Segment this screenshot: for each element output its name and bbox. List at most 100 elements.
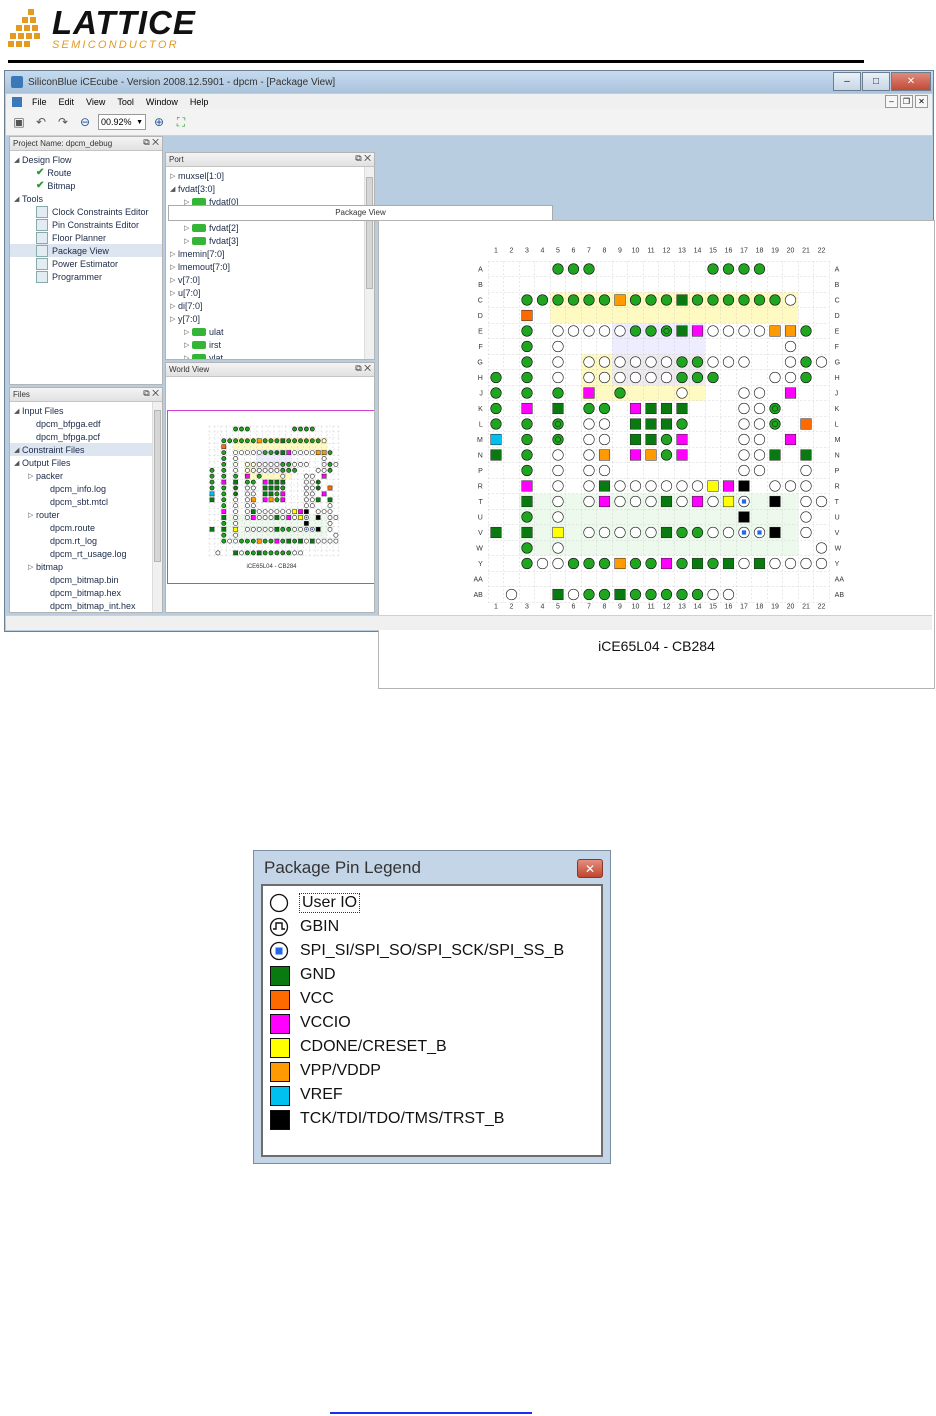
package-pin[interactable]: [800, 511, 812, 523]
package-pin[interactable]: [738, 356, 750, 368]
mdi-restore-button[interactable]: ❐: [900, 95, 913, 108]
package-pin[interactable]: [629, 356, 642, 368]
package-pin[interactable]: [629, 495, 642, 508]
package-pin[interactable]: [629, 325, 642, 337]
package-pin[interactable]: [567, 557, 580, 570]
package-pin[interactable]: [552, 387, 564, 399]
package-pin[interactable]: [676, 449, 688, 461]
package-pin[interactable]: [583, 387, 595, 399]
menu-help[interactable]: Help: [190, 97, 209, 107]
package-pin[interactable]: [769, 294, 781, 306]
legend-item[interactable]: TCK/TDI/TDO/TMS/TRST_B: [263, 1107, 601, 1131]
package-pin[interactable]: [552, 402, 564, 415]
package-pin[interactable]: [552, 294, 564, 306]
package-pin[interactable]: [800, 449, 812, 461]
port-tree-item[interactable]: ▷ ylat: [166, 351, 374, 359]
package-pin[interactable]: [552, 511, 564, 523]
package-pin[interactable]: [552, 526, 564, 539]
package-pin[interactable]: [598, 480, 611, 492]
package-pin[interactable]: [521, 340, 533, 353]
package-pin[interactable]: [769, 325, 781, 337]
package-pin[interactable]: [521, 495, 533, 508]
package-pin[interactable]: [598, 402, 611, 415]
package-pin[interactable]: [738, 387, 750, 399]
package-pin[interactable]: [645, 557, 657, 570]
package-pin[interactable]: [660, 433, 673, 446]
package-pin[interactable]: [815, 495, 828, 508]
legend-item[interactable]: User IO: [263, 891, 601, 915]
package-pin[interactable]: [552, 356, 564, 368]
files-tree-item[interactable]: ▷ bitmap: [10, 560, 162, 573]
expand-arrow-icon[interactable]: ▷: [184, 328, 192, 336]
package-pin[interactable]: [552, 588, 564, 601]
package-pin[interactable]: [769, 557, 781, 570]
expand-arrow-icon[interactable]: ▷: [170, 172, 178, 180]
files-tree-item[interactable]: ◢ Output Files: [10, 456, 162, 469]
package-pin[interactable]: [784, 294, 797, 306]
expand-arrow-icon[interactable]: ▷: [170, 315, 178, 323]
package-pin[interactable]: [738, 433, 750, 446]
port-tree-item[interactable]: ▷ di[7:0]: [166, 299, 374, 312]
package-pin[interactable]: [784, 387, 797, 399]
package-pin[interactable]: [722, 356, 735, 368]
package-pin[interactable]: [583, 433, 595, 446]
package-pin[interactable]: [645, 433, 657, 446]
package-pin[interactable]: [722, 526, 735, 539]
package-pin[interactable]: [753, 387, 766, 399]
package-pin[interactable]: [629, 371, 642, 384]
package-pin[interactable]: [490, 449, 502, 461]
package-pin[interactable]: [490, 387, 502, 399]
package-pin[interactable]: [583, 356, 595, 368]
package-pin[interactable]: [676, 356, 688, 368]
package-pin[interactable]: [536, 557, 549, 570]
package-pin[interactable]: [784, 371, 797, 384]
package-pin[interactable]: [660, 526, 673, 539]
project-tree-item[interactable]: ◢ Design Flow: [10, 153, 162, 166]
legend-item[interactable]: VREF: [263, 1083, 601, 1107]
legend-item[interactable]: VCCIO: [263, 1011, 601, 1035]
project-tree-item[interactable]: Power Estimator: [10, 257, 162, 270]
package-pin[interactable]: [583, 588, 595, 601]
package-pin[interactable]: [490, 526, 502, 539]
package-pin[interactable]: [521, 449, 533, 461]
panel-close-icon[interactable]: ⧉ ✕: [143, 388, 159, 399]
package-pin[interactable]: [598, 526, 611, 539]
files-tree-item[interactable]: dpcm_bitmap_int.hex: [10, 599, 162, 612]
package-pin[interactable]: [738, 294, 750, 306]
package-pin[interactable]: [598, 356, 611, 368]
expand-arrow-icon[interactable]: ▷: [170, 250, 178, 258]
menu-edit[interactable]: Edit: [59, 97, 75, 107]
package-pin[interactable]: [645, 294, 657, 306]
files-tree-item[interactable]: dpcm.rt_log: [10, 534, 162, 547]
package-pin[interactable]: [753, 294, 766, 306]
mdi-minimize-button[interactable]: –: [885, 95, 898, 108]
package-pin[interactable]: [521, 356, 533, 368]
package-pin[interactable]: [676, 495, 688, 508]
menu-file[interactable]: File: [32, 97, 47, 107]
package-pin[interactable]: [521, 309, 533, 322]
package-pin[interactable]: [521, 387, 533, 399]
mdi-close-button[interactable]: ✕: [915, 95, 928, 108]
port-tree-item[interactable]: ▷ irst: [166, 338, 374, 351]
package-pin[interactable]: [645, 588, 657, 601]
expand-arrow-icon[interactable]: ▷: [184, 341, 192, 349]
package-pin[interactable]: [583, 371, 595, 384]
package-pin[interactable]: [660, 356, 673, 368]
package-pin[interactable]: [552, 418, 564, 430]
package-pin[interactable]: [784, 433, 797, 446]
expand-arrow-icon[interactable]: ▷: [170, 289, 178, 297]
package-pin[interactable]: [614, 588, 626, 601]
package-pin[interactable]: [567, 325, 580, 337]
redo-icon[interactable]: ↷: [54, 113, 72, 131]
files-tree-item[interactable]: dpcm_bfpga.pcf: [10, 430, 162, 443]
package-pin[interactable]: [629, 433, 642, 446]
legend-item[interactable]: GBIN: [263, 915, 601, 939]
package-pin[interactable]: [691, 480, 704, 492]
package-pin[interactable]: [629, 588, 642, 601]
footer-link[interactable]: [330, 1412, 532, 1414]
files-tree-item[interactable]: dpcm.route: [10, 521, 162, 534]
zoom-out-icon[interactable]: ⊖: [76, 113, 94, 131]
package-pin[interactable]: [614, 480, 626, 492]
package-pin[interactable]: [722, 294, 735, 306]
package-pin[interactable]: [800, 418, 812, 430]
